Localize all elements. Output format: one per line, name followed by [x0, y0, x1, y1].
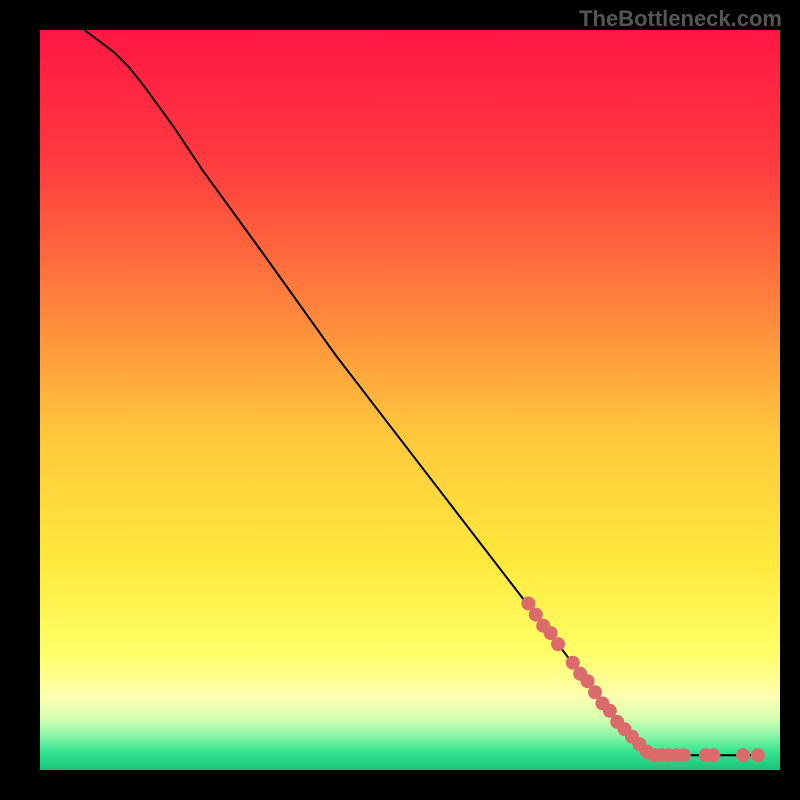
- data-point: [706, 748, 720, 762]
- plot-background: [40, 30, 780, 770]
- data-point: [677, 748, 691, 762]
- data-point: [551, 637, 565, 651]
- chart-container: TheBottleneck.com: [0, 0, 800, 800]
- data-point: [751, 748, 765, 762]
- data-point: [736, 748, 750, 762]
- watermark-text: TheBottleneck.com: [579, 6, 782, 32]
- bottleneck-chart: [0, 0, 800, 800]
